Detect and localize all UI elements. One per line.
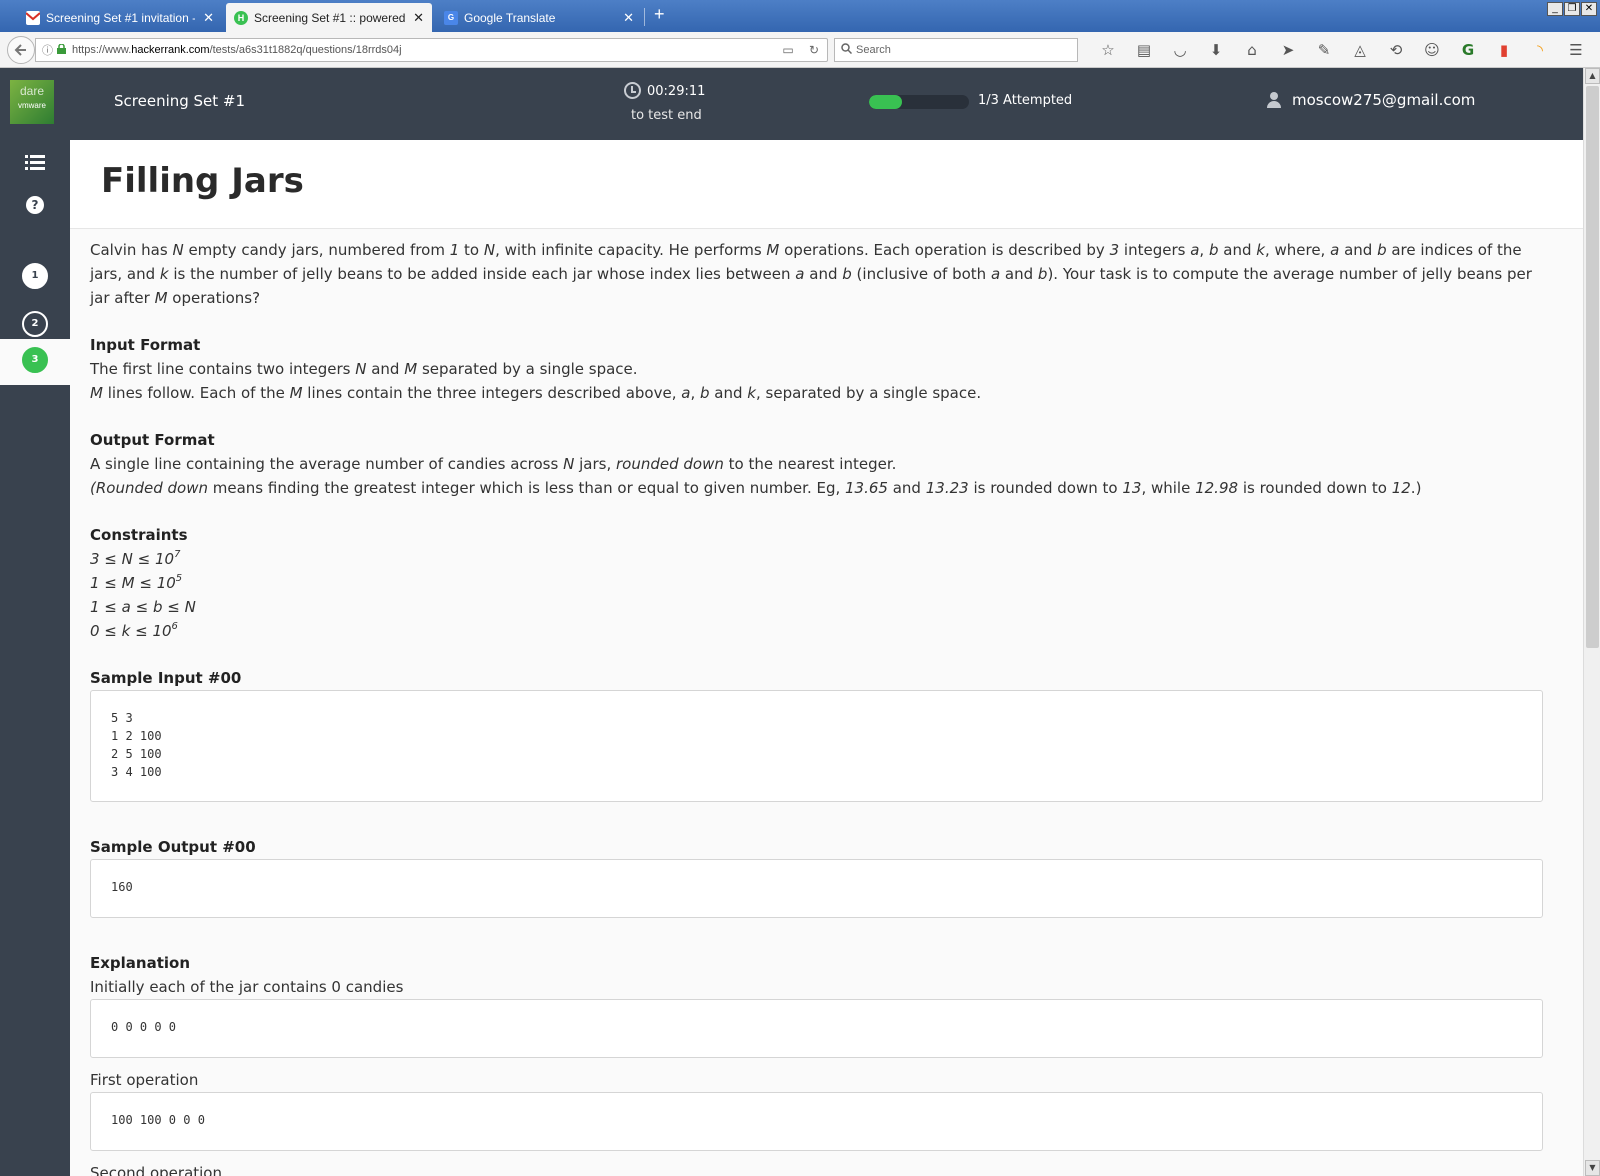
user-email: moscow275@gmail.com xyxy=(1292,91,1476,109)
tab-hackerrank[interactable]: H Screening Set #1 :: powered ... ✕ xyxy=(226,3,432,32)
question-title: Filling Jars xyxy=(101,161,304,201)
new-tab-button[interactable]: + xyxy=(654,4,665,25)
problem-statement: Calvin has N empty candy jars, numbered … xyxy=(90,238,1543,1176)
question-3-button[interactable]: 3 xyxy=(22,347,48,373)
sample-input-section: Sample Input #00 5 3 1 2 100 2 5 100 3 4… xyxy=(90,666,1543,802)
explanation-box: 0 0 0 0 0 xyxy=(90,999,1543,1058)
gmail-icon xyxy=(25,10,41,25)
section-heading: Sample Output #00 xyxy=(90,838,256,856)
home-icon[interactable]: ⌂ xyxy=(1234,40,1270,60)
send-icon[interactable]: ➤ xyxy=(1270,40,1306,60)
pocket-icon[interactable]: ◡ xyxy=(1162,40,1198,60)
user-menu[interactable]: moscow275@gmail.com xyxy=(1266,91,1475,109)
toolbar-icons: ☆ ▤ ◡ ⬇ ⌂ ➤ ✎ ◬ ⟲ ☺ G ▮ ◝ ☰ xyxy=(1090,40,1594,60)
timer-value: 00:29:11 xyxy=(647,84,706,99)
logo-subtext: vmware xyxy=(17,101,46,110)
scroll-up-arrow-icon[interactable]: ▲ xyxy=(1585,68,1600,84)
progress-bar xyxy=(869,95,969,109)
page-scrollbar[interactable]: ▲ ▼ xyxy=(1583,68,1600,1176)
extension-icon[interactable]: ✎ xyxy=(1306,40,1342,60)
input-format-section: Input Format The first line contains two… xyxy=(90,333,1543,405)
constraints-section: Constraints 3 ≤ N ≤ 107 1 ≤ M ≤ 105 1 ≤ a … xyxy=(90,523,1543,643)
close-icon[interactable]: ✕ xyxy=(623,10,634,26)
test-header: dare vmware Screening Set #1 00:29:11 to… xyxy=(0,68,1583,140)
question-list-icon[interactable] xyxy=(25,155,45,171)
test-name: Screening Set #1 xyxy=(114,92,246,110)
window-controls: _ ❐ ✕ xyxy=(1546,2,1597,16)
user-icon xyxy=(1266,92,1282,108)
explanation-text: First operation xyxy=(90,1071,199,1089)
minimize-icon[interactable]: _ xyxy=(1547,2,1563,16)
google-translate-icon: G xyxy=(444,10,458,25)
fire-icon[interactable]: ▮ xyxy=(1486,40,1522,60)
sample-output-section: Sample Output #00 160 xyxy=(90,835,1543,918)
tab-separator xyxy=(644,8,645,26)
section-heading: Input Format xyxy=(90,336,201,354)
reader-view-icon[interactable]: ▭ xyxy=(775,43,801,57)
search-input[interactable] xyxy=(856,44,1056,56)
hackerrank-icon: H xyxy=(234,10,248,25)
question-sidebar: ? 1 2 3 xyxy=(0,140,70,1176)
scrollbar-thumb[interactable] xyxy=(1586,86,1599,648)
help-icon[interactable]: ? xyxy=(26,196,44,214)
reload-icon[interactable]: ↻ xyxy=(801,43,827,57)
close-icon[interactable]: ✕ xyxy=(413,10,424,26)
rss-icon[interactable]: ◝ xyxy=(1522,40,1558,60)
section-heading: Constraints xyxy=(90,526,188,544)
info-icon[interactable]: ⓘ xyxy=(42,42,53,58)
timer: 00:29:11 xyxy=(624,82,705,99)
section-heading: Sample Input #00 xyxy=(90,669,242,687)
tab-google-translate[interactable]: G Google Translate ✕ xyxy=(436,3,642,32)
scroll-down-arrow-icon[interactable]: ▼ xyxy=(1585,1160,1600,1176)
address-bar[interactable]: ⓘ https://www.hackerrank.com/tests/a6s31… xyxy=(35,38,828,62)
input-format-text: The first line contains two integers N a… xyxy=(90,360,982,402)
bookmark-star-icon[interactable]: ☆ xyxy=(1090,40,1126,60)
question-panel: Filling Jars Calvin has N empty candy ja… xyxy=(70,140,1583,1176)
section-heading: Output Format xyxy=(90,431,215,449)
tab-label: Screening Set #1 invitation - ... xyxy=(46,10,196,25)
restore-icon[interactable]: ❐ xyxy=(1564,2,1580,16)
sync-icon[interactable]: ⟲ xyxy=(1378,40,1414,60)
question-2-button[interactable]: 2 xyxy=(22,311,48,337)
timer-caption: to test end xyxy=(631,108,702,123)
company-logo: dare vmware xyxy=(10,80,54,124)
question-title-bar: Filling Jars xyxy=(70,140,1583,229)
section-heading: Explanation xyxy=(90,954,191,972)
menu-icon[interactable]: ☰ xyxy=(1558,40,1594,60)
download-icon[interactable]: ⬇ xyxy=(1198,40,1234,60)
logo-text: dare xyxy=(19,84,45,98)
progress-fill xyxy=(869,95,902,109)
explanation-text: Initially each of the jar contains 0 can… xyxy=(90,978,404,996)
tracker-icon[interactable]: ◬ xyxy=(1342,40,1378,60)
problem-description: Calvin has N empty candy jars, numbered … xyxy=(90,241,1532,307)
close-icon[interactable]: ✕ xyxy=(203,10,214,26)
close-window-icon[interactable]: ✕ xyxy=(1581,2,1597,16)
explanation-section: Explanation Initially each of the jar co… xyxy=(90,951,1543,1176)
grammarly-icon[interactable]: G xyxy=(1450,40,1486,60)
tab-label: Screening Set #1 :: powered ... xyxy=(254,10,406,25)
explanation-text: Second operation xyxy=(90,1164,222,1176)
browser-toolbar: ⓘ https://www.hackerrank.com/tests/a6s31… xyxy=(0,32,1600,68)
emoji-icon[interactable]: ☺ xyxy=(1414,40,1450,60)
output-format-section: Output Format A single line containing t… xyxy=(90,428,1543,500)
explanation-box: 100 100 0 0 0 xyxy=(90,1092,1543,1151)
constraints-text: 3 ≤ N ≤ 107 1 ≤ M ≤ 105 1 ≤ a ≤ b ≤ N0 ≤ k… xyxy=(90,549,196,641)
reading-list-icon[interactable]: ▤ xyxy=(1126,40,1162,60)
url-text: https://www.hackerrank.com/tests/a6s31t1… xyxy=(72,44,402,56)
question-1-button[interactable]: 1 xyxy=(22,263,48,289)
tab-label: Google Translate xyxy=(464,10,556,25)
lock-icon xyxy=(57,42,66,57)
tab-gmail[interactable]: Screening Set #1 invitation - ... ✕ xyxy=(18,3,222,32)
sample-output-box: 160 xyxy=(90,859,1543,918)
back-button[interactable] xyxy=(7,36,35,64)
search-icon xyxy=(841,43,853,57)
clock-icon xyxy=(624,82,641,99)
attempted-count: 1/3 Attempted xyxy=(978,93,1073,108)
search-box[interactable] xyxy=(834,38,1078,62)
sample-input-box: 5 3 1 2 100 2 5 100 3 4 100 xyxy=(90,690,1543,802)
browser-tab-bar: Screening Set #1 invitation - ... ✕ H Sc… xyxy=(0,0,1600,32)
active-question-row: 3 xyxy=(0,339,70,385)
output-format-text: A single line containing the average num… xyxy=(90,455,1422,497)
